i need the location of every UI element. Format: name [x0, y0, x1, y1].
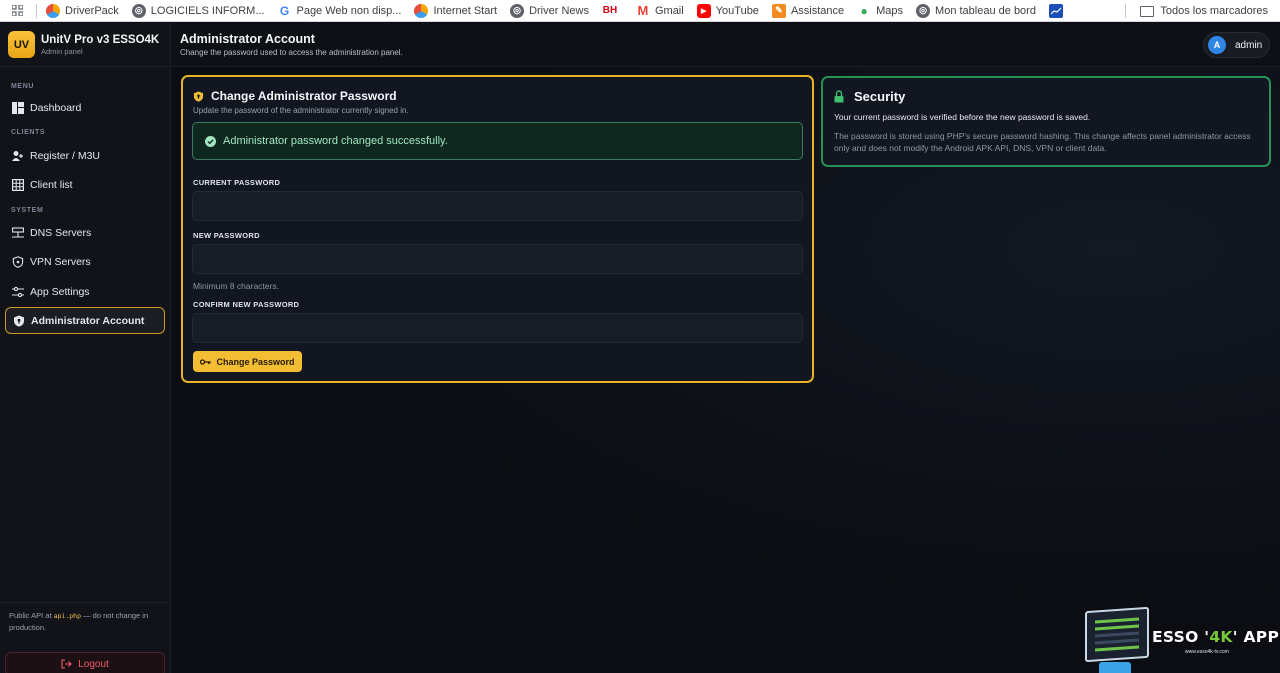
new-password-field[interactable]: [192, 244, 803, 274]
watermark-url: www.esso4k-tv.com: [1185, 649, 1229, 655]
all-bookmarks[interactable]: Todos los marcadores: [1125, 0, 1268, 22]
password-hint: Minimum 8 characters.: [193, 281, 279, 291]
current-password-input[interactable]: [193, 192, 802, 220]
check-circle-icon: [205, 135, 216, 147]
globe-icon: ◎: [510, 3, 525, 18]
chart-icon: [1048, 3, 1063, 18]
bookmark-gmail[interactable]: M Gmail: [636, 3, 684, 18]
current-password-label: CURRENT PASSWORD: [193, 178, 281, 187]
lock-icon: [834, 90, 844, 103]
bookmark-assistance[interactable]: ✎ Assistance: [771, 3, 844, 18]
security-text-verified: Your current password is verified before…: [834, 112, 1091, 122]
security-card: Security Your current password is verifi…: [821, 76, 1271, 167]
bookmarks-bar: DriverPack ◎ LOGICIELS INFORM... G Page …: [0, 0, 1280, 22]
new-password-input[interactable]: [193, 245, 802, 273]
google-icon: G: [277, 3, 292, 18]
folder-icon: [1140, 5, 1155, 17]
card-subtitle: Update the password of the administrator…: [193, 106, 409, 115]
esso-4k-watermark: ESSO '4K' APPS www.esso4k-tv.com: [1083, 605, 1280, 673]
dashboard-icon: [12, 101, 24, 114]
youtube-icon: ▶: [696, 3, 711, 18]
gmail-icon: M: [637, 3, 649, 18]
api-file-code: api.php: [53, 612, 82, 620]
avatar: A: [1208, 36, 1226, 54]
security-title: Security: [834, 89, 905, 104]
logout-button[interactable]: Logout: [5, 652, 165, 673]
sidebar-divider: [0, 602, 170, 603]
section-label-menu: MENU: [11, 83, 35, 90]
shield-icon: [193, 90, 204, 102]
brand: UV UnitV Pro v3 ESSO4K Admin panel: [0, 23, 170, 67]
bookmarks-separator: [36, 3, 37, 18]
apps-grid-icon[interactable]: [6, 0, 28, 22]
sidebar-item-dashboard[interactable]: Dashboard: [5, 94, 165, 121]
page-header: Administrator Account Change the passwor…: [171, 23, 1280, 67]
maps-icon: ●: [860, 3, 868, 18]
table-icon: [12, 178, 24, 191]
bookmark-maps[interactable]: ● Maps: [857, 3, 904, 18]
security-text-hashing: The password is stored using PHP's secur…: [834, 131, 1251, 153]
driverpack-icon: [414, 3, 429, 18]
main-content: Change Administrator Password Update the…: [171, 67, 1280, 673]
sidebar-item-app-settings[interactable]: App Settings: [5, 278, 165, 305]
bh-icon: BH: [602, 5, 618, 16]
server-icon: [12, 226, 24, 239]
logout-icon: [61, 659, 72, 669]
bookmark-driverpack[interactable]: DriverPack: [46, 3, 119, 18]
bookmark-page-web[interactable]: G Page Web non disp...: [277, 3, 401, 18]
sidebar: UV UnitV Pro v3 ESSO4K Admin panel MENU …: [0, 23, 171, 673]
bookmark-driver-news[interactable]: ◎ Driver News: [510, 3, 589, 18]
confirm-password-field[interactable]: [192, 313, 803, 343]
confirm-password-label: CONFIRM NEW PASSWORD: [193, 300, 300, 309]
change-password-card: Change Administrator Password Update the…: [181, 75, 814, 383]
section-label-system: SYSTEM: [11, 207, 44, 214]
sliders-icon: [12, 286, 24, 298]
confirm-password-input[interactable]: [193, 314, 802, 342]
page-subtitle: Change the password used to access the a…: [180, 48, 403, 57]
success-alert: Administrator password changed successfu…: [192, 122, 803, 160]
bookmark-youtube[interactable]: ▶ YouTube: [696, 3, 759, 18]
bookmark-mon-tableau[interactable]: ◎ Mon tableau de bord: [916, 3, 1036, 18]
change-password-button[interactable]: Change Password: [193, 351, 302, 372]
globe-icon: ◎: [131, 3, 146, 18]
card-title: Change Administrator Password: [193, 89, 397, 103]
sidebar-item-vpn-servers[interactable]: VPN Servers: [5, 248, 165, 275]
sidebar-item-register[interactable]: Register / M3U: [5, 142, 165, 169]
user-name: admin: [1235, 39, 1263, 51]
monitor-base: [1099, 662, 1131, 673]
bookmark-internet-start[interactable]: Internet Start: [414, 3, 497, 18]
sidebar-item-client-list[interactable]: Client list: [5, 171, 165, 198]
bookmark-logiciels[interactable]: ◎ LOGICIELS INFORM...: [131, 3, 264, 18]
bookmarks-separator: [1125, 4, 1127, 18]
shield-icon: [12, 255, 24, 268]
driverpack-icon: [46, 3, 60, 18]
new-password-label: NEW PASSWORD: [193, 231, 260, 240]
assistance-icon: ✎: [771, 3, 786, 18]
sidebar-item-administrator-account[interactable]: Administrator Account: [5, 307, 165, 334]
shield-filled-icon: [13, 315, 25, 327]
section-label-clients: CLIENTS: [11, 129, 46, 136]
key-icon: [200, 358, 212, 366]
current-password-field[interactable]: [192, 191, 803, 221]
watermark-text: ESSO '4K' APPS: [1152, 628, 1280, 646]
brand-subtitle: Admin panel: [41, 46, 83, 56]
bookmark-chart[interactable]: [1048, 3, 1068, 18]
sidebar-item-dns-servers[interactable]: DNS Servers: [5, 219, 165, 246]
user-add-icon: [12, 150, 24, 162]
api-note: Public API at api.php — do not change in…: [9, 611, 149, 632]
monitor-logo-icon: [1085, 606, 1149, 663]
bookmark-bh[interactable]: BH: [602, 4, 623, 18]
brand-logo: UV: [8, 31, 35, 58]
globe-icon: ◎: [916, 3, 931, 18]
user-menu[interactable]: A admin: [1203, 32, 1270, 58]
brand-title: UnitV Pro v3 ESSO4K: [41, 33, 160, 46]
page-title: Administrator Account: [180, 32, 315, 46]
